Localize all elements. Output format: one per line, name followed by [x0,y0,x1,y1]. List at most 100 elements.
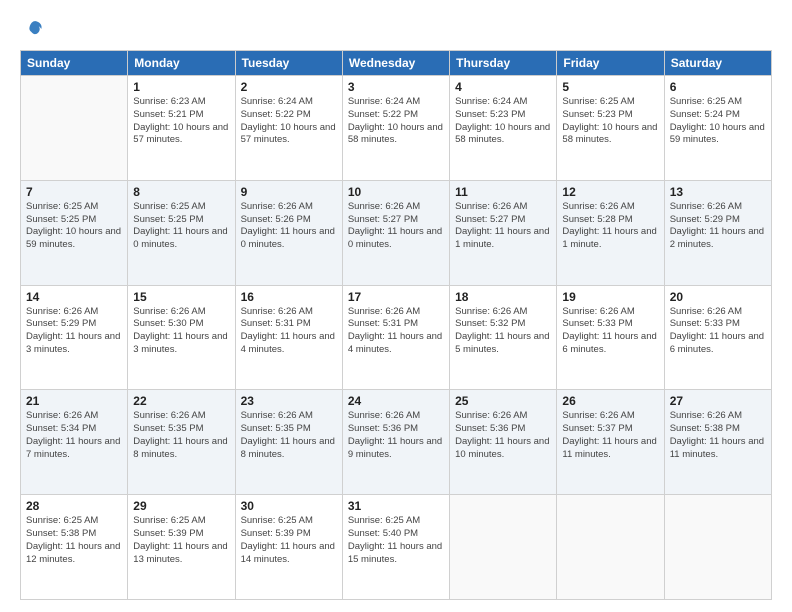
day-number: 24 [348,394,444,408]
day-info: Sunrise: 6:26 AMSunset: 5:29 PMDaylight:… [26,306,122,357]
day-info: Sunrise: 6:24 AMSunset: 5:23 PMDaylight:… [455,96,551,147]
day-number: 20 [670,290,766,304]
day-cell: 14 Sunrise: 6:26 AMSunset: 5:29 PMDayligh… [21,285,128,390]
day-info: Sunrise: 6:26 AMSunset: 5:36 PMDaylight:… [348,410,444,461]
day-cell: 11 Sunrise: 6:26 AMSunset: 5:27 PMDayligh… [450,180,557,285]
weekday-header-saturday: Saturday [664,51,771,76]
day-info: Sunrise: 6:26 AMSunset: 5:27 PMDaylight:… [348,201,444,252]
day-number: 9 [241,185,337,199]
day-cell [450,495,557,600]
logo [20,18,46,40]
weekday-header-row: SundayMondayTuesdayWednesdayThursdayFrid… [21,51,772,76]
day-cell: 31Sunrise: 6:25 AMSunset: 5:40 PMDayligh… [342,495,449,600]
day-info: Sunrise: 6:26 AMSunset: 5:32 PMDaylight:… [455,306,551,357]
day-info: Sunrise: 6:24 AMSunset: 5:22 PMDaylight:… [348,96,444,147]
day-cell: 30 Sunrise: 6:25 AMSunset: 5:39 PMDayligh… [235,495,342,600]
day-cell: 29 Sunrise: 6:25 AMSunset: 5:39 PMDayligh… [128,495,235,600]
day-number: 8 [133,185,229,199]
day-info: Sunrise: 6:25 AMSunset: 5:24 PMDaylight:… [670,96,766,147]
day-cell: 8 Sunrise: 6:25 AMSunset: 5:25 PMDaylight… [128,180,235,285]
day-cell: 23 Sunrise: 6:26 AMSunset: 5:35 PMDayligh… [235,390,342,495]
day-info: Sunrise: 6:26 AMSunset: 5:38 PMDaylight:… [670,410,766,461]
header [20,18,772,40]
week-row-3: 14 Sunrise: 6:26 AMSunset: 5:29 PMDayligh… [21,285,772,390]
day-number: 1 [133,80,229,94]
day-number: 31 [348,499,444,513]
day-info: Sunrise: 6:25 AMSunset: 5:39 PMDaylight:… [241,515,337,566]
day-info: Sunrise: 6:25 AMSunset: 5:25 PMDaylight:… [133,201,229,252]
day-number: 22 [133,394,229,408]
day-cell: 2Sunrise: 6:24 AMSunset: 5:22 PMDaylight… [235,76,342,181]
page: SundayMondayTuesdayWednesdayThursdayFrid… [0,0,792,612]
day-number: 4 [455,80,551,94]
day-info: Sunrise: 6:26 AMSunset: 5:35 PMDaylight:… [133,410,229,461]
week-row-2: 7 Sunrise: 6:25 AMSunset: 5:25 PMDaylight… [21,180,772,285]
day-cell: 9Sunrise: 6:26 AMSunset: 5:26 PMDaylight… [235,180,342,285]
day-info: Sunrise: 6:25 AMSunset: 5:39 PMDaylight:… [133,515,229,566]
day-number: 13 [670,185,766,199]
day-cell: 21 Sunrise: 6:26 AMSunset: 5:34 PMDayligh… [21,390,128,495]
day-number: 21 [26,394,122,408]
day-info: Sunrise: 6:26 AMSunset: 5:29 PMDaylight:… [670,201,766,252]
day-cell: 24 Sunrise: 6:26 AMSunset: 5:36 PMDayligh… [342,390,449,495]
weekday-header-wednesday: Wednesday [342,51,449,76]
day-cell: 6 Sunrise: 6:25 AMSunset: 5:24 PMDaylight… [664,76,771,181]
day-info: Sunrise: 6:24 AMSunset: 5:22 PMDaylight:… [241,96,337,147]
day-info: Sunrise: 6:26 AMSunset: 5:27 PMDaylight:… [455,201,551,252]
day-cell [557,495,664,600]
day-number: 7 [26,185,122,199]
weekday-header-thursday: Thursday [450,51,557,76]
day-number: 18 [455,290,551,304]
day-number: 15 [133,290,229,304]
day-info: Sunrise: 6:26 AMSunset: 5:34 PMDaylight:… [26,410,122,461]
day-info: Sunrise: 6:26 AMSunset: 5:35 PMDaylight:… [241,410,337,461]
day-cell: 1 Sunrise: 6:23 AMSunset: 5:21 PMDaylight… [128,76,235,181]
day-cell: 7 Sunrise: 6:25 AMSunset: 5:25 PMDaylight… [21,180,128,285]
day-info: Sunrise: 6:26 AMSunset: 5:36 PMDaylight:… [455,410,551,461]
weekday-header-sunday: Sunday [21,51,128,76]
calendar-table: SundayMondayTuesdayWednesdayThursdayFrid… [20,50,772,600]
day-number: 17 [348,290,444,304]
week-row-1: 1 Sunrise: 6:23 AMSunset: 5:21 PMDaylight… [21,76,772,181]
day-cell: 13 Sunrise: 6:26 AMSunset: 5:29 PMDayligh… [664,180,771,285]
day-cell: 26Sunrise: 6:26 AMSunset: 5:37 PMDayligh… [557,390,664,495]
day-info: Sunrise: 6:26 AMSunset: 5:30 PMDaylight:… [133,306,229,357]
day-info: Sunrise: 6:26 AMSunset: 5:28 PMDaylight:… [562,201,658,252]
day-cell: 19 Sunrise: 6:26 AMSunset: 5:33 PMDayligh… [557,285,664,390]
weekday-header-tuesday: Tuesday [235,51,342,76]
day-cell: 3 Sunrise: 6:24 AMSunset: 5:22 PMDaylight… [342,76,449,181]
day-number: 6 [670,80,766,94]
day-info: Sunrise: 6:26 AMSunset: 5:31 PMDaylight:… [241,306,337,357]
day-cell: 28 Sunrise: 6:25 AMSunset: 5:38 PMDayligh… [21,495,128,600]
day-number: 30 [241,499,337,513]
day-cell: 10 Sunrise: 6:26 AMSunset: 5:27 PMDayligh… [342,180,449,285]
logo-bird-icon [24,18,46,40]
day-info: Sunrise: 6:26 AMSunset: 5:33 PMDaylight:… [562,306,658,357]
day-number: 10 [348,185,444,199]
day-info: Sunrise: 6:25 AMSunset: 5:25 PMDaylight:… [26,201,122,252]
day-cell: 25 Sunrise: 6:26 AMSunset: 5:36 PMDayligh… [450,390,557,495]
day-number: 25 [455,394,551,408]
day-number: 5 [562,80,658,94]
day-number: 29 [133,499,229,513]
day-number: 14 [26,290,122,304]
day-number: 11 [455,185,551,199]
week-row-5: 28 Sunrise: 6:25 AMSunset: 5:38 PMDayligh… [21,495,772,600]
day-number: 28 [26,499,122,513]
week-row-4: 21 Sunrise: 6:26 AMSunset: 5:34 PMDayligh… [21,390,772,495]
day-number: 19 [562,290,658,304]
day-info: Sunrise: 6:25 AMSunset: 5:38 PMDaylight:… [26,515,122,566]
day-cell: 15 Sunrise: 6:26 AMSunset: 5:30 PMDayligh… [128,285,235,390]
day-info: Sunrise: 6:23 AMSunset: 5:21 PMDaylight:… [133,96,229,147]
day-cell: 27 Sunrise: 6:26 AMSunset: 5:38 PMDayligh… [664,390,771,495]
day-cell: 12 Sunrise: 6:26 AMSunset: 5:28 PMDayligh… [557,180,664,285]
day-number: 12 [562,185,658,199]
day-cell: 16 Sunrise: 6:26 AMSunset: 5:31 PMDayligh… [235,285,342,390]
day-cell: 20Sunrise: 6:26 AMSunset: 5:33 PMDayligh… [664,285,771,390]
day-number: 3 [348,80,444,94]
day-number: 16 [241,290,337,304]
day-number: 27 [670,394,766,408]
day-info: Sunrise: 6:25 AMSunset: 5:23 PMDaylight:… [562,96,658,147]
day-info: Sunrise: 6:26 AMSunset: 5:37 PMDaylight:… [562,410,658,461]
day-number: 23 [241,394,337,408]
